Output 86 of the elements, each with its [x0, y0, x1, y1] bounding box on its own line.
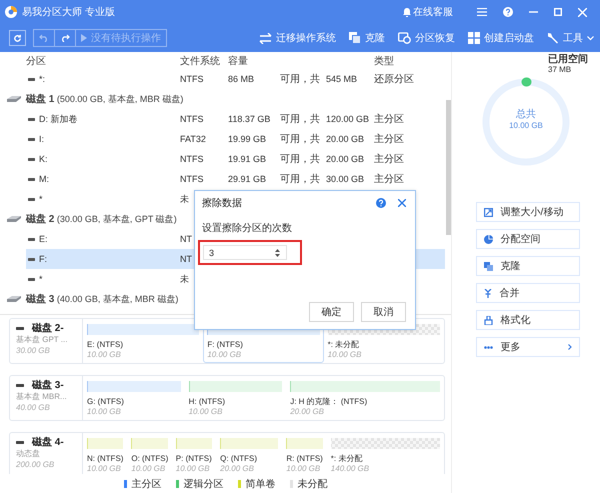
partition-label: J: H 的克隆： (NTFS)	[290, 397, 368, 407]
table-cell: M:	[39, 174, 49, 184]
table-cell: NT	[180, 254, 192, 264]
partition-label: H: (NTFS)	[188, 397, 226, 407]
table-cell: *	[39, 274, 43, 284]
disk-type: 基本盘 GPT ...	[16, 334, 68, 345]
table-cell: *:	[39, 74, 46, 84]
table-cell: 20.00 GB	[326, 134, 364, 144]
table-cell: 可用，共	[280, 174, 320, 185]
table-cell: 118.37 GB	[228, 114, 270, 124]
table-cell: NTFS	[180, 174, 204, 184]
partition-label: G: (NTFS)	[87, 397, 125, 407]
partition-size: 10.00 GB	[188, 407, 224, 417]
partition-label: O: (NTFS)	[131, 454, 168, 464]
table-cell: 主分区	[374, 114, 404, 125]
partition-label: *: 未分配	[330, 454, 364, 464]
partition-size: 10.00 GB	[87, 464, 122, 474]
used-space-value: 37 MB	[548, 65, 572, 75]
window-title: 易我分区大师 专业版	[22, 6, 115, 19]
column-header: 文件系统	[180, 54, 221, 68]
legend-label: 逻辑分区	[184, 478, 224, 490]
total-label: 总共	[516, 109, 536, 120]
partition-label: *: 未分配	[328, 340, 360, 350]
table-cell: 19.91 GB	[228, 154, 266, 164]
disk-name: 磁盘 4-	[32, 437, 64, 448]
partition-label: Q: (NTFS)	[220, 454, 258, 464]
table-cell: E:	[39, 234, 48, 244]
partition-label: R: (NTFS)	[286, 454, 323, 464]
table-cell: 30.00 GB	[326, 174, 364, 184]
table-cell: 86 MB	[228, 74, 254, 84]
disk-type: 动态盘	[16, 448, 41, 459]
partition-size: 10.00 GB	[87, 350, 122, 360]
partition-size: 10.00 GB	[328, 350, 362, 360]
dialog-title: 擦除数据	[202, 196, 242, 210]
table-cell: 可用，共	[280, 154, 320, 165]
table-cell: I:	[39, 134, 44, 144]
table-cell: 主分区	[374, 174, 404, 185]
legend-label: 主分区	[132, 478, 162, 490]
partition-size: 20.00 GB	[290, 407, 326, 417]
table-cell: NTFS	[180, 74, 204, 84]
disk-size: 30.00 GB	[16, 345, 51, 356]
column-header: 分区	[26, 54, 47, 68]
table-cell: 29.91 GB	[228, 174, 266, 184]
partition-size: 10.00 GB	[286, 464, 322, 474]
table-cell: 未	[180, 274, 189, 284]
column-header: 类型	[374, 54, 395, 68]
partition-size: 10.00 GB	[87, 407, 122, 417]
table-cell: 可用，共	[280, 134, 320, 145]
table-cell: 545 MB	[326, 74, 358, 84]
legend-label: 简单卷	[246, 478, 276, 490]
table-cell: F:	[39, 254, 47, 264]
partition-label: N: (NTFS)	[87, 454, 124, 464]
table-cell: 还原分区	[374, 74, 414, 85]
table-cell: 主分区	[374, 154, 404, 165]
table-cell: 可用，共	[280, 114, 320, 125]
table-cell: 未	[180, 194, 189, 204]
disk-name: 磁盘 2-	[32, 323, 64, 334]
table-cell: NTFS	[180, 154, 204, 164]
disk-type: 基本盘 MBR...	[16, 391, 68, 402]
table-cell: 可用，共	[280, 74, 320, 85]
table-cell: K:	[39, 154, 48, 164]
table-cell: NTFS	[180, 114, 204, 124]
table-cell: NT	[180, 234, 192, 244]
partition-label: E: (NTFS)	[87, 340, 124, 350]
total-value: 10.00 GB	[509, 120, 543, 131]
disk-size: 200.00 GB	[16, 459, 56, 470]
partition-label: P: (NTFS)	[176, 454, 212, 464]
partition-size: 10.00 GB	[207, 350, 242, 360]
partition-size: 20.00 GB	[220, 464, 255, 474]
table-cell: 19.99 GB	[228, 134, 266, 144]
disk-size: 40.00 GB	[16, 402, 51, 413]
used-space-label: 已用空间	[548, 54, 588, 65]
table-cell: FAT32	[180, 134, 206, 144]
field-label: 设置擦除分区的次数	[202, 222, 293, 235]
disk-name: 磁盘 3-	[32, 380, 64, 391]
table-cell: 120.00 GB	[326, 114, 370, 124]
table-cell: *	[39, 194, 43, 204]
table-cell: D: 新加卷	[39, 112, 78, 126]
column-header: 容量	[228, 54, 249, 68]
partition-label: F: (NTFS)	[207, 340, 244, 350]
table-cell: 主分区	[374, 134, 404, 145]
partition-size: 140.00 GB	[330, 464, 370, 474]
legend-label: 未分配	[298, 478, 328, 490]
partition-size: 10.00 GB	[131, 464, 166, 474]
partition-size: 10.00 GB	[176, 464, 211, 474]
table-cell: 20.00 GB	[326, 154, 364, 164]
